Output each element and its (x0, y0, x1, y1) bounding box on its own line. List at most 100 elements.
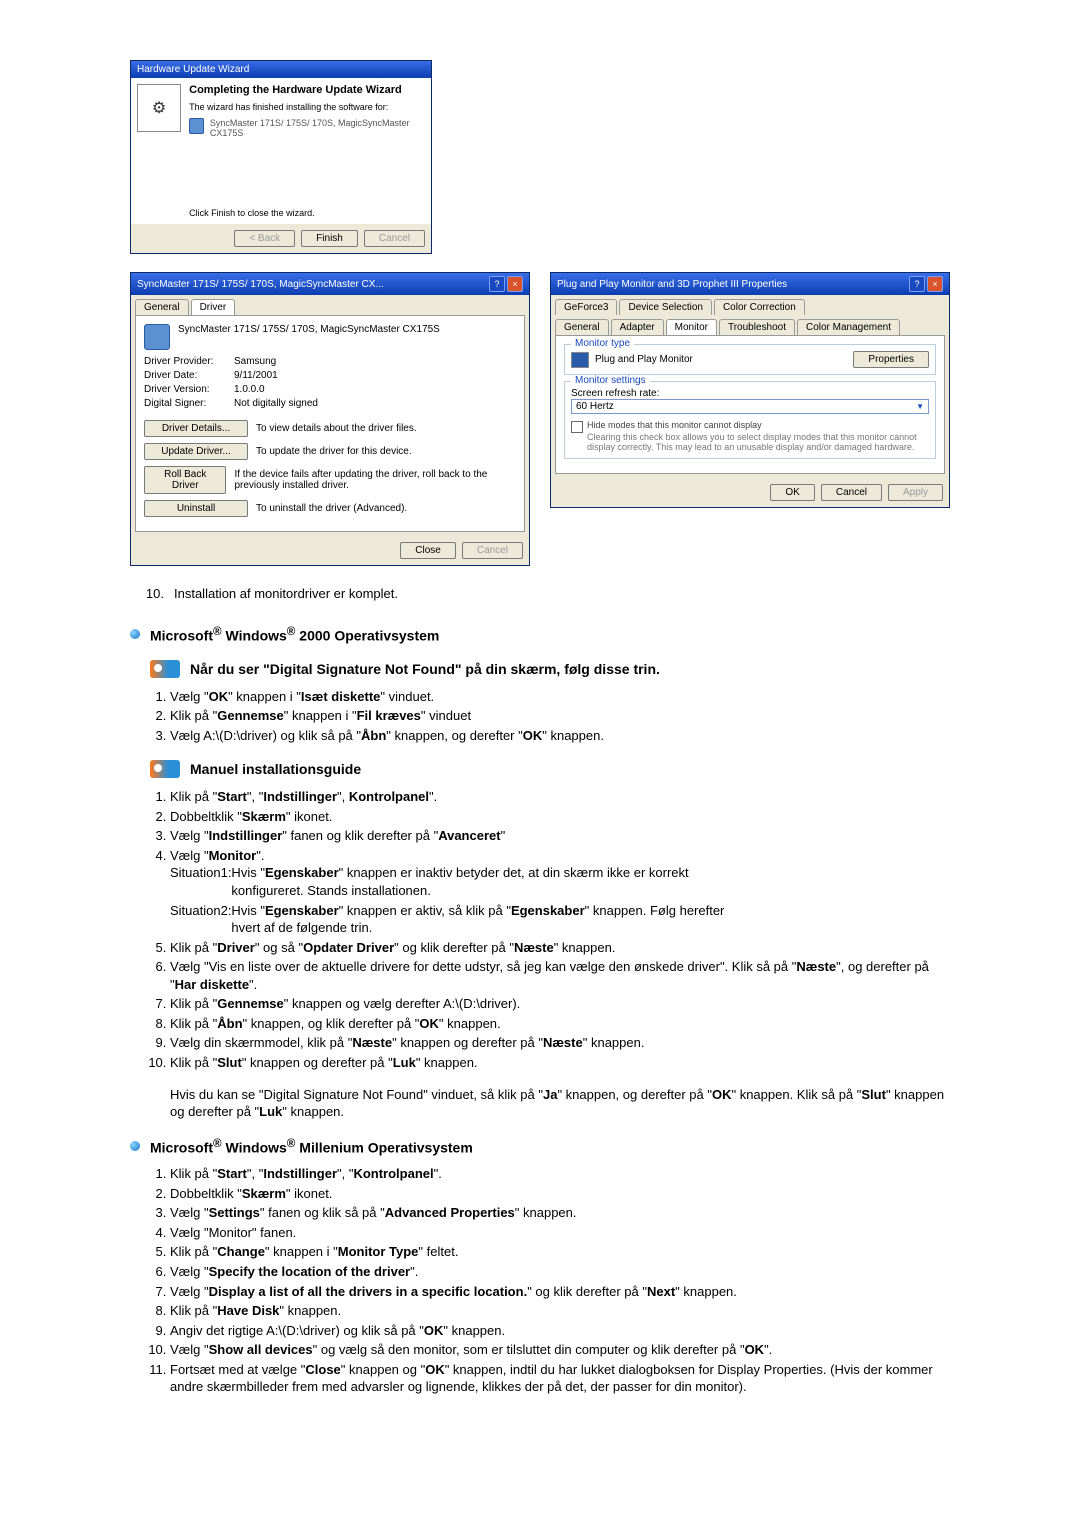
tab-device-selection[interactable]: Device Selection (619, 299, 711, 315)
signature-steps: Vælg "OK" knappen i "Isæt diskette" vind… (130, 688, 950, 745)
wizard-line1: The wizard has finished installing the s… (189, 102, 425, 112)
me-step-3: Vælg "Settings" fanen og klik så på "Adv… (170, 1204, 950, 1222)
hide-modes-label: Hide modes that this monitor cannot disp… (587, 420, 929, 430)
driver-details-button[interactable]: Driver Details... (144, 420, 248, 437)
update-driver-button[interactable]: Update Driver... (144, 443, 248, 460)
monitor-type-group: Monitor type (571, 338, 634, 349)
props-cancel-button[interactable]: Cancel (821, 484, 882, 501)
date-label: Driver Date: (144, 370, 234, 381)
heading-manual-install: Manuel installationsguide (190, 761, 361, 777)
hide-modes-checkbox[interactable] (571, 421, 583, 433)
driver-titlebar: SyncMaster 171S/ 175S/ 170S, MagicSyncMa… (131, 273, 529, 295)
rollback-driver-button[interactable]: Roll Back Driver (144, 466, 226, 494)
refresh-rate-select[interactable]: 60 Hertz ▼ (571, 399, 929, 414)
driver-close-button[interactable]: Close (400, 542, 456, 559)
provider-label: Driver Provider: (144, 356, 234, 367)
tab-driver[interactable]: Driver (191, 299, 236, 315)
bullet-icon (130, 629, 140, 639)
chevron-down-icon: ▼ (916, 402, 924, 411)
version-value: 1.0.0.0 (234, 384, 265, 395)
refresh-rate-label: Screen refresh rate: (571, 388, 929, 399)
tab-monitor[interactable]: Monitor (666, 319, 717, 335)
device-icon (189, 118, 204, 134)
me-step-2: Dobbeltklik "Skærm" ikonet. (170, 1185, 950, 1203)
help-icon[interactable]: ? (489, 276, 505, 292)
driver-cancel-button: Cancel (462, 542, 523, 559)
driver-details-text: To view details about the driver files. (256, 423, 417, 434)
sub-bullet-icon (150, 760, 180, 778)
driver-device: SyncMaster 171S/ 175S/ 170S, MagicSyncMa… (178, 324, 440, 335)
me-step-10: Vælg "Show all devices" og vælg så den m… (170, 1341, 950, 1359)
wizard-finish-button[interactable]: Finish (301, 230, 358, 247)
help-icon[interactable]: ? (909, 276, 925, 292)
props-title: Plug and Play Monitor and 3D Prophet III… (557, 279, 787, 290)
close-icon[interactable]: × (507, 276, 523, 292)
m-step-9: Vælg din skærmmodel, klik på "Næste" kna… (170, 1034, 950, 1052)
me-step-1: Klik på "Start", "Indstillinger", "Kontr… (170, 1165, 950, 1183)
display-properties-window: Plug and Play Monitor and 3D Prophet III… (550, 272, 950, 508)
tab-general2[interactable]: General (555, 319, 609, 335)
tab-troubleshoot[interactable]: Troubleshoot (719, 319, 795, 335)
me-step-5: Klik på "Change" knappen i "Monitor Type… (170, 1243, 950, 1261)
wizard-heading: Completing the Hardware Update Wizard (189, 84, 425, 96)
uninstall-button[interactable]: Uninstall (144, 500, 248, 517)
bullet-icon (130, 1141, 140, 1151)
provider-value: Samsung (234, 356, 276, 367)
wizard-title: Hardware Update Wizard (137, 64, 249, 75)
step-10-text: Installation af monitordriver er komplet… (174, 586, 398, 601)
date-value: 9/11/2001 (234, 370, 278, 381)
m-step-5: Klik på "Driver" og så "Opdater Driver" … (170, 939, 950, 957)
sub-bullet-icon (150, 660, 180, 678)
me-step-9: Angiv det rigtige A:\(D:\driver) og klik… (170, 1322, 950, 1340)
monitor-properties-button[interactable]: Properties (853, 351, 929, 368)
props-apply-button: Apply (888, 484, 943, 501)
close-icon[interactable]: × (927, 276, 943, 292)
me-step-7: Vælg "Display a list of all the drivers … (170, 1283, 950, 1301)
me-step-4: Vælg "Monitor" fanen. (170, 1224, 950, 1242)
tab-general[interactable]: General (135, 299, 189, 315)
monitor-small-icon (571, 352, 589, 368)
signer-value: Not digitally signed (234, 398, 318, 409)
me-step-8: Klik på "Have Disk" knappen. (170, 1302, 950, 1320)
version-label: Driver Version: (144, 384, 234, 395)
sig-step-1: Vælg "OK" knappen i "Isæt diskette" vind… (170, 688, 950, 706)
monitor-icon (144, 324, 170, 350)
m-step-1: Klik på "Start", "Indstillinger", Kontro… (170, 788, 950, 806)
manual-steps: Klik på "Start", "Indstillinger", Kontro… (130, 788, 950, 1071)
me-steps: Klik på "Start", "Indstillinger", "Kontr… (130, 1165, 950, 1396)
rollback-driver-text: If the device fails after updating the d… (234, 469, 516, 491)
m-step-2: Dobbeltklik "Skærm" ikonet. (170, 808, 950, 826)
wizard-device: SyncMaster 171S/ 175S/ 170S, MagicSyncMa… (210, 118, 425, 138)
me-step-11: Fortsæt med at vælge "Close" knappen og … (170, 1361, 950, 1396)
m-step-3: Vælg "Indstillinger" fanen og klik deref… (170, 827, 950, 845)
tab-color-correction[interactable]: Color Correction (714, 299, 805, 315)
m-step-10: Klik på "Slut" knappen og derefter på "L… (170, 1054, 950, 1072)
manual-paragraph: Hvis du kan se "Digital Signature Not Fo… (170, 1086, 950, 1121)
tab-color-management[interactable]: Color Management (797, 319, 900, 335)
hide-modes-desc: Clearing this check box allows you to se… (587, 432, 929, 452)
wizard-hero-icon: ⚙ (137, 84, 181, 132)
tab-adapter[interactable]: Adapter (611, 319, 664, 335)
driver-title: SyncMaster 171S/ 175S/ 170S, MagicSyncMa… (137, 279, 384, 290)
heading-digital-signature: Når du ser "Digital Signature Not Found"… (190, 661, 660, 677)
monitor-type-value: Plug and Play Monitor (595, 354, 693, 365)
props-ok-button[interactable]: OK (770, 484, 814, 501)
signer-label: Digital Signer: (144, 398, 234, 409)
props-titlebar: Plug and Play Monitor and 3D Prophet III… (551, 273, 949, 295)
sig-step-2: Klik på "Gennemse" knappen i "Fil kræves… (170, 707, 950, 725)
wizard-finish-hint: Click Finish to close the wizard. (189, 208, 425, 218)
sig-step-3: Vælg A:\(D:\driver) og klik så på "Åbn" … (170, 727, 950, 745)
tab-geforce3[interactable]: GeForce3 (555, 299, 617, 315)
m-step-8: Klik på "Åbn" knappen, og klik derefter … (170, 1015, 950, 1033)
refresh-rate-value: 60 Hertz (576, 401, 614, 412)
monitor-settings-group: Monitor settings (571, 375, 650, 386)
wizard-cancel-button: Cancel (364, 230, 425, 247)
heading-win2000: Microsoft® Windows® 2000 Operativsystem (150, 625, 439, 644)
wizard-back-button: < Back (234, 230, 295, 247)
heading-winme: Microsoft® Windows® Millenium Operativsy… (150, 1137, 473, 1156)
driver-properties-window: SyncMaster 171S/ 175S/ 170S, MagicSyncMa… (130, 272, 530, 566)
m-step-4: Vælg "Monitor". Situation1:Hvis "Egenska… (170, 847, 950, 937)
uninstall-text: To uninstall the driver (Advanced). (256, 503, 407, 514)
step-10: 10. Installation af monitordriver er kom… (130, 586, 950, 601)
m-step-6: Vælg "Vis en liste over de aktuelle driv… (170, 958, 950, 993)
